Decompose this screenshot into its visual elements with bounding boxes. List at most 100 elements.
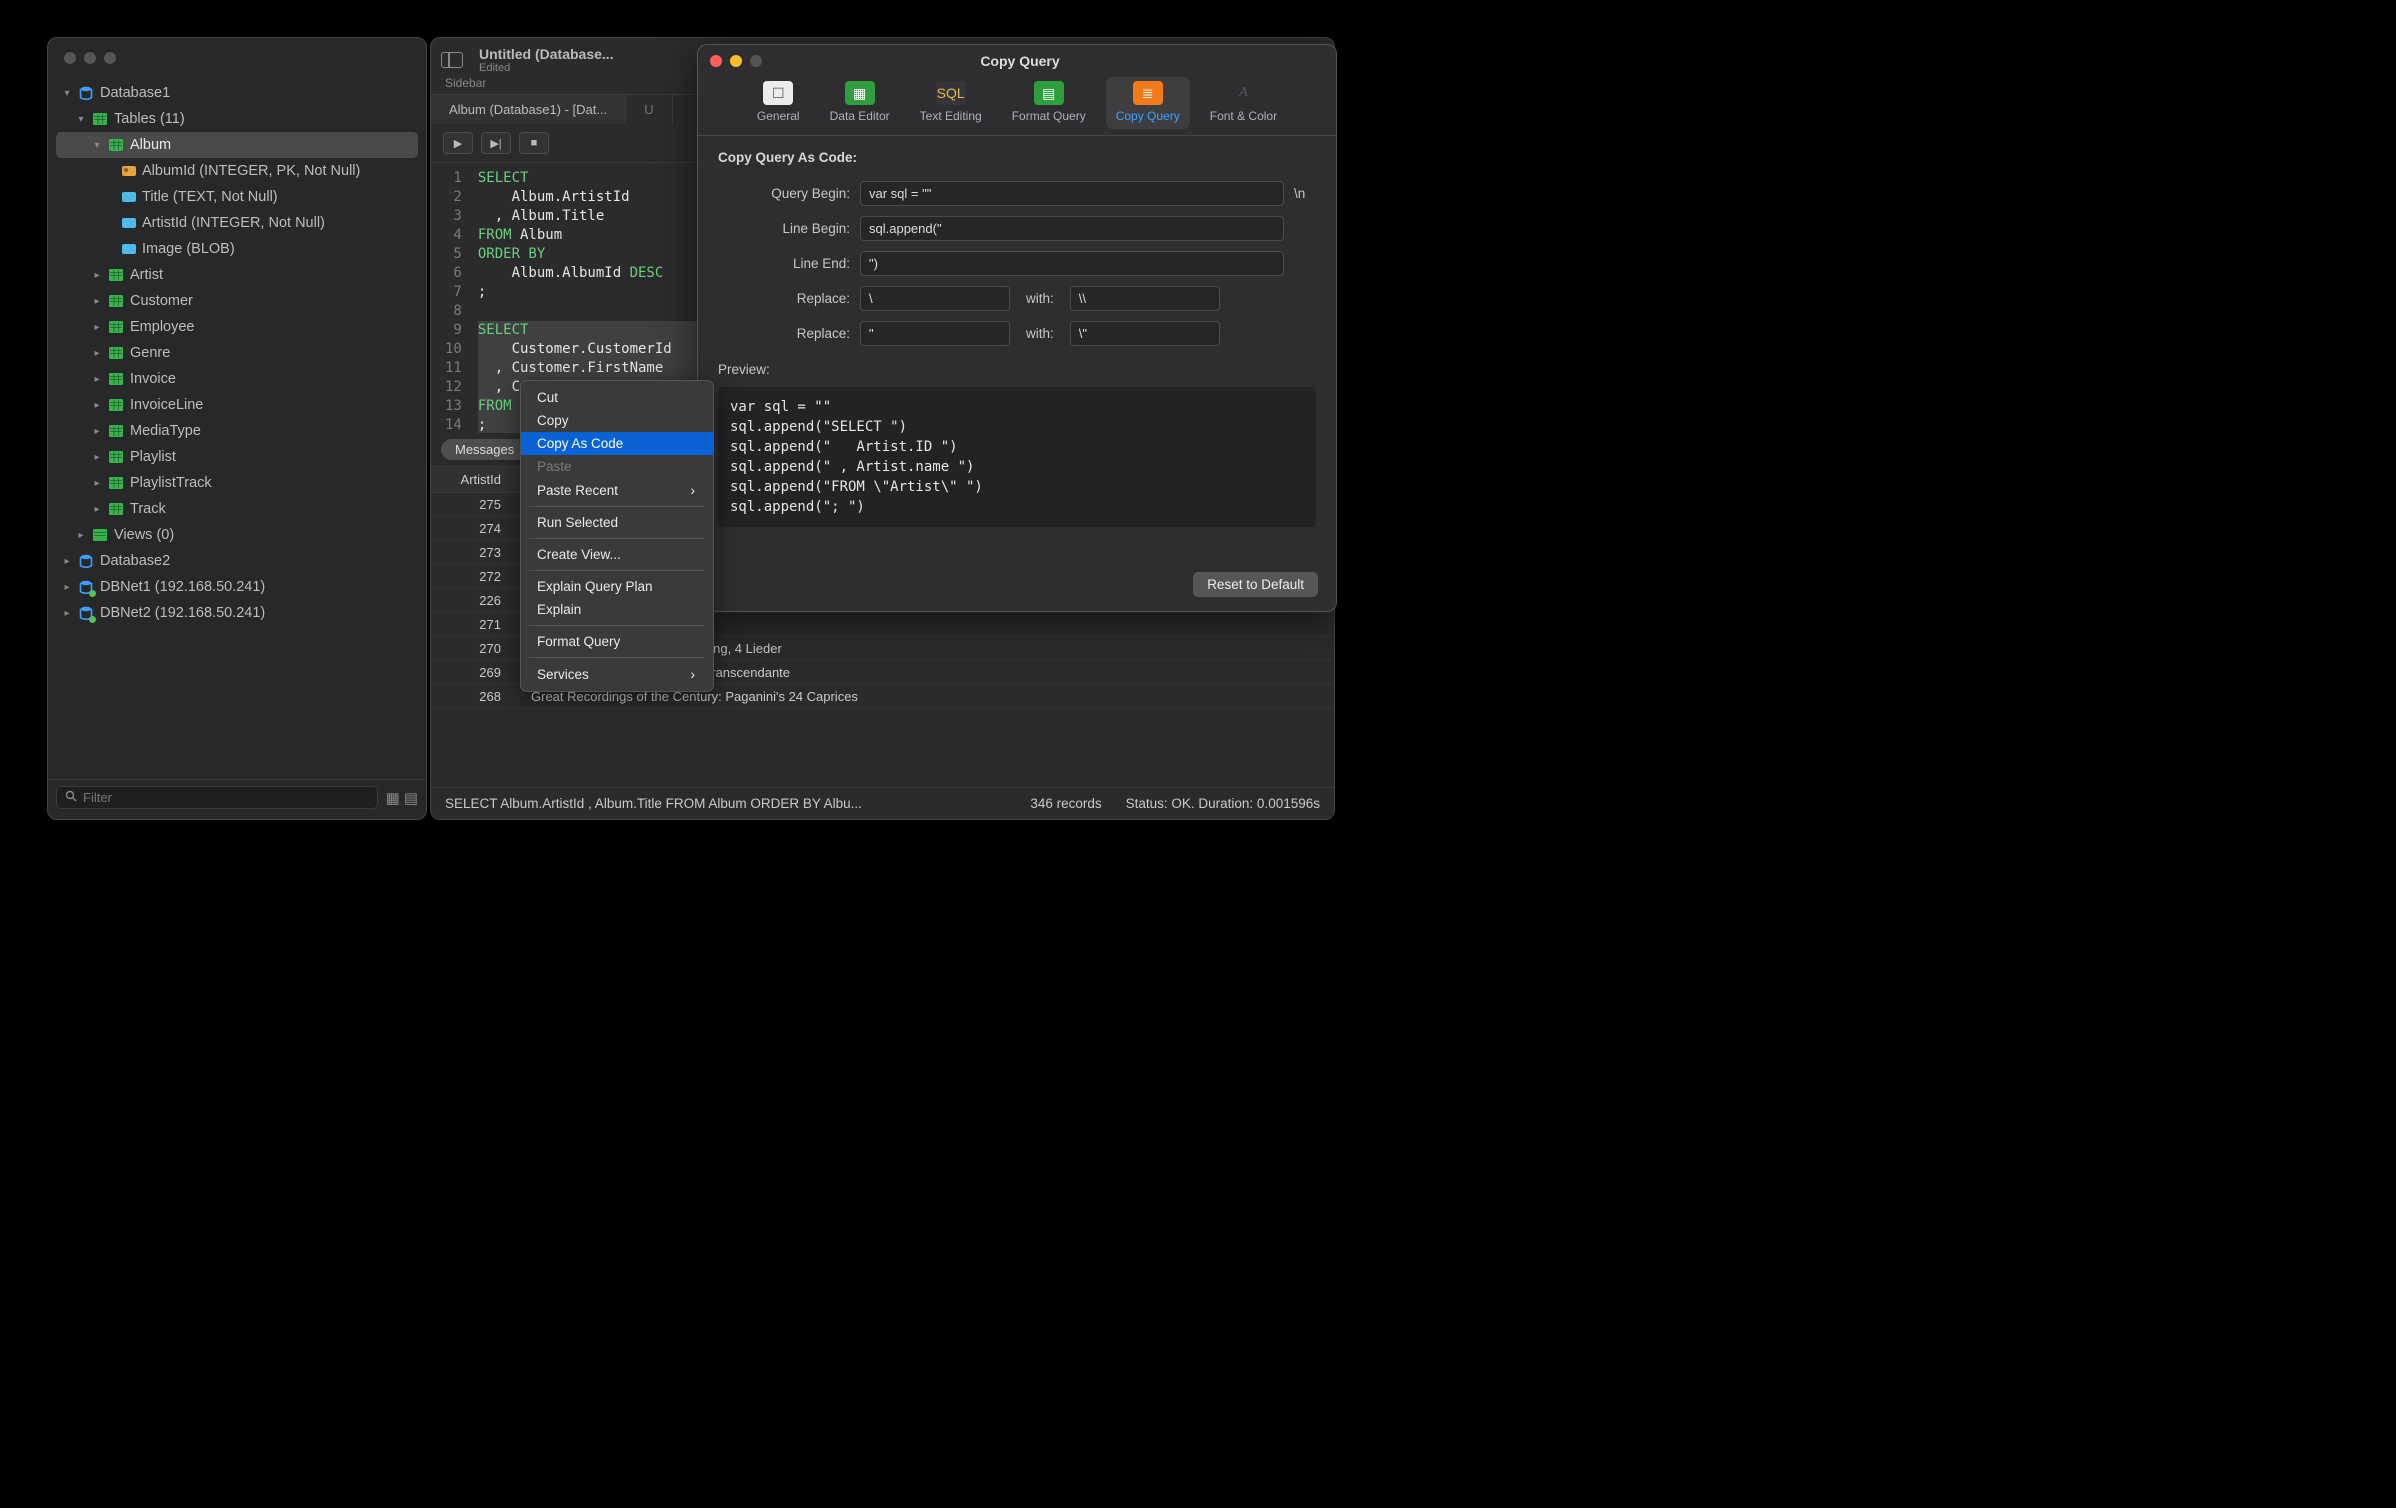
traffic-max[interactable] (750, 55, 762, 67)
tree-label: Track (130, 501, 412, 517)
field-replace1-to[interactable] (1070, 286, 1220, 311)
tree-dbnet1[interactable]: DBNet1 (192.168.50.241) (56, 574, 418, 600)
db-tree[interactable]: Database1 Tables (11) Album AlbumId (INT… (48, 74, 426, 779)
prefs-tab-text-editing[interactable]: SQLText Editing (910, 77, 992, 129)
menu-item[interactable]: Paste Recent (521, 478, 713, 502)
tree-table-album[interactable]: Album (56, 132, 418, 158)
step-button[interactable]: ▶| (481, 132, 511, 154)
tree-label: Invoice (130, 371, 412, 387)
menu-item[interactable]: Copy As Code (521, 432, 713, 455)
prefs-tab-general[interactable]: ☐General (747, 77, 810, 129)
field-line-end[interactable] (860, 251, 1284, 276)
prefs-tab-label: Data Editor (830, 109, 890, 123)
menu-item[interactable]: Format Query (521, 630, 713, 653)
search-icon (65, 790, 77, 805)
column-pk-icon (122, 166, 136, 176)
tree-column[interactable]: Title (TEXT, Not Null) (56, 184, 418, 210)
menu-item[interactable]: Explain (521, 598, 713, 621)
list-icon[interactable]: ▤ (404, 789, 418, 807)
chevron-down-icon[interactable] (92, 140, 102, 151)
chevron-right-icon[interactable] (62, 608, 72, 619)
cell: 272 (431, 565, 521, 589)
chevron-right-icon[interactable] (92, 270, 102, 281)
menu-item[interactable]: Run Selected (521, 511, 713, 534)
chevron-down-icon[interactable] (62, 88, 72, 99)
menu-item[interactable]: Copy (521, 409, 713, 432)
tree-table[interactable]: Artist (56, 262, 418, 288)
prefs-tab-font-color[interactable]: AFont & Color (1200, 77, 1287, 129)
tree-column[interactable]: AlbumId (INTEGER, PK, Not Null) (56, 158, 418, 184)
tree-label: Artist (130, 267, 412, 283)
chevron-right-icon[interactable] (92, 296, 102, 307)
tree-views[interactable]: Views (0) (56, 522, 418, 548)
prefs-tab-data-editor[interactable]: ▦Data Editor (820, 77, 900, 129)
table-icon (108, 475, 124, 491)
tree-db1[interactable]: Database1 (56, 80, 418, 106)
menu-item[interactable]: Services (521, 662, 713, 686)
menu-item[interactable]: Cut (521, 386, 713, 409)
traffic-close[interactable] (64, 52, 76, 64)
field-replace2-to[interactable] (1070, 321, 1220, 346)
field-replace2-from[interactable] (860, 321, 1010, 346)
tree-dbnet2[interactable]: DBNet2 (192.168.50.241) (56, 600, 418, 626)
tree-table[interactable]: Playlist (56, 444, 418, 470)
reset-button[interactable]: Reset to Default (1193, 572, 1318, 597)
messages-tab[interactable]: Messages (441, 439, 528, 460)
traffic-min[interactable] (730, 55, 742, 67)
chevron-right-icon[interactable] (92, 478, 102, 489)
filter-input-wrap[interactable] (56, 786, 378, 809)
tree-label: Playlist (130, 449, 412, 465)
cell: 270 (431, 637, 521, 661)
tree-table[interactable]: PlaylistTrack (56, 470, 418, 496)
grid-icon[interactable]: ▦ (386, 789, 400, 807)
column-header[interactable]: ArtistId (431, 467, 521, 493)
editor-tab[interactable]: U (626, 95, 672, 124)
chevron-down-icon[interactable] (76, 114, 86, 125)
chevron-right-icon[interactable] (92, 322, 102, 333)
menu-item-label: Services (537, 667, 589, 682)
tree-table[interactable]: Customer (56, 288, 418, 314)
tree-table[interactable]: MediaType (56, 418, 418, 444)
menu-item-label: Copy As Code (537, 436, 623, 451)
table-icon (108, 397, 124, 413)
table-icon (108, 423, 124, 439)
menu-item[interactable]: Explain Query Plan (521, 575, 713, 598)
field-query-begin[interactable] (860, 181, 1284, 206)
tree-table[interactable]: InvoiceLine (56, 392, 418, 418)
tree-column[interactable]: Image (BLOB) (56, 236, 418, 262)
sidebar-toggle-icon[interactable] (441, 52, 463, 68)
tree-table[interactable]: Employee (56, 314, 418, 340)
chevron-right-icon[interactable] (92, 374, 102, 385)
chevron-right-icon[interactable] (92, 504, 102, 515)
chevron-right-icon[interactable] (62, 556, 72, 567)
chevron-right-icon[interactable] (92, 400, 102, 411)
menu-item-label: Explain (537, 602, 581, 617)
status-ok: Status: OK. Duration: 0.001596s (1126, 796, 1320, 811)
tree-column[interactable]: ArtistId (INTEGER, Not Null) (56, 210, 418, 236)
tree-table[interactable]: Track (56, 496, 418, 522)
field-replace1-from[interactable] (860, 286, 1010, 311)
chevron-right-icon[interactable] (76, 530, 86, 541)
section-title: Copy Query As Code: (718, 150, 1316, 165)
prefs-body: Copy Query As Code: Query Begin: \n Line… (698, 136, 1336, 572)
stop-button[interactable]: ■ (519, 132, 549, 154)
traffic-close[interactable] (710, 55, 722, 67)
tree-tables[interactable]: Tables (11) (56, 106, 418, 132)
chevron-right-icon[interactable] (62, 582, 72, 593)
chevron-right-icon[interactable] (92, 348, 102, 359)
run-button[interactable]: ▶ (443, 132, 473, 154)
traffic-min[interactable] (84, 52, 96, 64)
editor-tab[interactable]: Album (Database1) - [Dat... (431, 95, 626, 124)
tree-db2[interactable]: Database2 (56, 548, 418, 574)
tree-table[interactable]: Invoice (56, 366, 418, 392)
chevron-right-icon[interactable] (92, 452, 102, 463)
traffic-max[interactable] (104, 52, 116, 64)
chevron-right-icon[interactable] (92, 426, 102, 437)
menu-item-label: Cut (537, 390, 558, 405)
field-line-begin[interactable] (860, 216, 1284, 241)
tree-table[interactable]: Genre (56, 340, 418, 366)
prefs-tab-copy-query[interactable]: ≣Copy Query (1106, 77, 1190, 129)
filter-input[interactable] (83, 790, 369, 805)
menu-item[interactable]: Create View... (521, 543, 713, 566)
prefs-tab-format-query[interactable]: ▤Format Query (1002, 77, 1096, 129)
